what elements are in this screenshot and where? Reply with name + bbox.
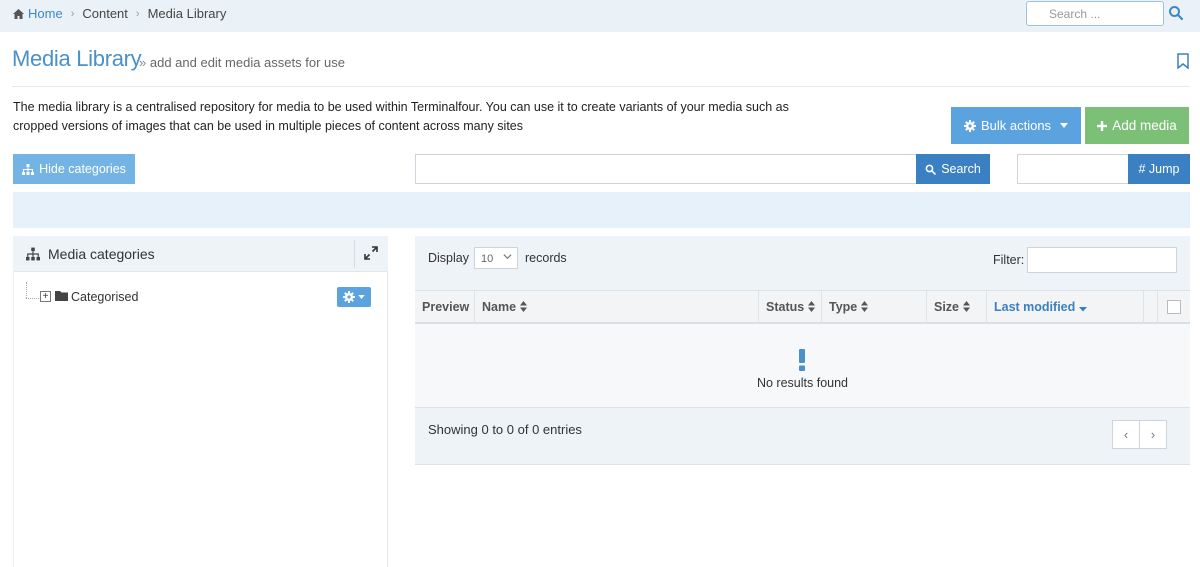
media-search-input[interactable] bbox=[415, 154, 916, 184]
select-all-checkbox[interactable] bbox=[1167, 300, 1181, 314]
column-type-label: Type bbox=[829, 300, 858, 314]
add-media-button[interactable]: Add media bbox=[1085, 107, 1189, 144]
page-subtitle-text: add and edit media assets for use bbox=[149, 55, 345, 70]
sort-icon bbox=[520, 301, 528, 312]
filter-input[interactable] bbox=[1027, 247, 1177, 273]
breadcrumb-home[interactable]: Home bbox=[13, 6, 63, 21]
breadcrumb: Home › Content › Media Library bbox=[13, 6, 226, 21]
home-icon bbox=[13, 8, 24, 19]
column-preview: Preview bbox=[415, 291, 475, 323]
column-size-label: Size bbox=[934, 300, 960, 314]
hide-categories-button[interactable]: Hide categories bbox=[13, 154, 135, 184]
chevron-right-icon: › bbox=[135, 7, 140, 20]
pager-next-button[interactable]: › bbox=[1140, 421, 1166, 448]
sort-icon bbox=[808, 301, 816, 312]
categories-panel-title: Media categories bbox=[48, 246, 155, 262]
sort-icon bbox=[861, 301, 869, 312]
chevron-down-icon bbox=[503, 254, 512, 260]
empty-message: No results found bbox=[756, 376, 849, 390]
sitemap-icon bbox=[22, 163, 35, 175]
tree-connector bbox=[26, 298, 39, 299]
breadcrumb-current: Media Library bbox=[147, 6, 227, 21]
display-label: Display bbox=[428, 251, 469, 265]
expand-icon[interactable] bbox=[364, 246, 378, 260]
divider bbox=[354, 240, 355, 268]
sort-desc-icon bbox=[1079, 307, 1088, 312]
records-per-page-select[interactable]: 10 bbox=[474, 247, 518, 269]
category-options-button[interactable] bbox=[337, 287, 371, 307]
jump-input[interactable] bbox=[1017, 154, 1129, 184]
bulk-actions-label: Bulk actions bbox=[980, 118, 1052, 133]
caret-down-icon bbox=[1060, 123, 1069, 128]
records-per-page-value: 10 bbox=[481, 253, 494, 265]
column-status-label: Status bbox=[766, 300, 805, 314]
breadcrumb-content[interactable]: Content bbox=[82, 6, 128, 21]
page-subtitle: » add and edit media assets for use bbox=[139, 55, 345, 70]
page-description: The media library is a centralised repos… bbox=[13, 100, 789, 133]
divider bbox=[12, 86, 1190, 87]
breadcrumb-home-label[interactable]: Home bbox=[28, 6, 63, 21]
pager-prev-button[interactable]: ‹ bbox=[1113, 421, 1140, 448]
caret-down-icon bbox=[358, 295, 365, 299]
folder-icon bbox=[55, 291, 68, 301]
sort-icon bbox=[963, 301, 971, 312]
column-size[interactable]: Size bbox=[927, 291, 987, 323]
column-last-modified-label: Last modified bbox=[994, 300, 1076, 314]
table-body: No results found bbox=[415, 324, 1190, 408]
info-band bbox=[13, 192, 1190, 228]
tree-item-categorised[interactable]: Categorised bbox=[71, 290, 138, 304]
pagination: ‹ › bbox=[1112, 420, 1167, 449]
categories-panel: Media categories + Categorised bbox=[13, 236, 388, 567]
table-header: Preview Name Status Type Size Last modif… bbox=[415, 290, 1190, 324]
jump-button[interactable]: # Jump bbox=[1128, 154, 1190, 184]
exclamation-icon bbox=[799, 349, 805, 371]
column-name[interactable]: Name bbox=[475, 291, 759, 323]
column-last-modified[interactable]: Last modified bbox=[987, 291, 1144, 323]
bulk-actions-button[interactable]: Bulk actions bbox=[951, 107, 1081, 144]
top-bar: Home › Content › Media Library Search ..… bbox=[0, 0, 1200, 32]
column-type[interactable]: Type bbox=[822, 291, 927, 323]
top-search-input[interactable]: Search ... bbox=[1026, 1, 1164, 26]
double-chevron-icon: » bbox=[139, 55, 147, 70]
hide-categories-label: Hide categories bbox=[39, 162, 126, 176]
search-icon[interactable] bbox=[1168, 5, 1184, 21]
tree-connector bbox=[26, 282, 27, 298]
categories-panel-header: Media categories bbox=[14, 236, 388, 272]
column-spacer bbox=[1144, 291, 1158, 323]
add-media-label: Add media bbox=[1112, 118, 1177, 133]
sitemap-icon bbox=[26, 247, 40, 261]
media-table-panel: Display 10 records Filter: Preview Name … bbox=[415, 236, 1190, 465]
gear-icon bbox=[963, 119, 976, 132]
column-preview-label: Preview bbox=[422, 300, 470, 314]
filter-label: Filter: bbox=[993, 253, 1025, 267]
search-button-label: Search bbox=[941, 162, 981, 176]
table-summary: Showing 0 to 0 of 0 entries bbox=[428, 422, 582, 437]
bookmark-icon[interactable] bbox=[1176, 53, 1190, 69]
tree-expand-toggle[interactable]: + bbox=[40, 291, 51, 302]
chevron-right-icon: › bbox=[70, 7, 75, 20]
column-name-label: Name bbox=[482, 300, 517, 314]
gear-icon bbox=[343, 291, 355, 303]
search-button[interactable]: Search bbox=[916, 154, 990, 184]
column-status[interactable]: Status bbox=[759, 291, 822, 323]
page-title: Media Library bbox=[12, 46, 142, 71]
search-icon bbox=[925, 164, 936, 175]
plus-icon bbox=[1097, 120, 1108, 131]
records-label: records bbox=[525, 251, 567, 265]
